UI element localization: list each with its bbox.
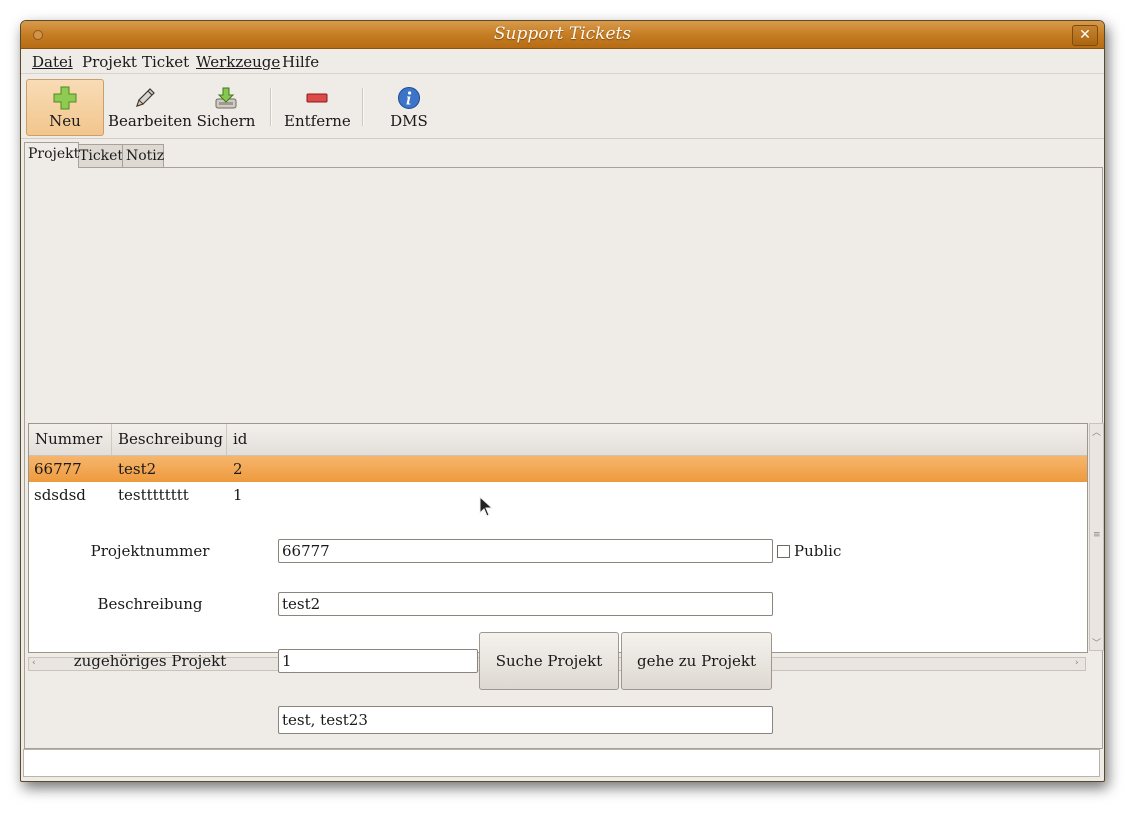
menu-projekt[interactable]: Projekt: [82, 53, 137, 71]
tab-ticket[interactable]: Ticket: [75, 144, 124, 167]
zugehoeriges-projekt-field[interactable]: 1: [278, 649, 478, 673]
cell-id: 1: [233, 486, 243, 504]
table-row[interactable]: sdsdsd testttttttt 1: [29, 482, 1087, 508]
scroll-down-icon[interactable]: ﹀: [1092, 636, 1101, 649]
cell-beschreibung: testttttttt: [118, 486, 189, 504]
info-icon: [398, 87, 420, 109]
status-bar: [23, 749, 1100, 777]
cell-id: 2: [233, 460, 243, 478]
column-header-nummer[interactable]: Nummer: [29, 424, 112, 455]
projekt-tab-panel: Nummer Beschreibung id 66777 test2 2 sds…: [24, 167, 1104, 749]
beschreibung-field[interactable]: test2: [278, 592, 773, 616]
pencil-icon: [136, 88, 155, 107]
vertical-scrollbar[interactable]: ︿ ≡ ﹀: [1089, 423, 1104, 651]
window-title: Support Tickets: [493, 24, 632, 44]
gehe-zu-projekt-button[interactable]: gehe zu Projekt: [621, 632, 772, 690]
app-window: Support Tickets ✕ Datei Projekt Ticket W…: [20, 20, 1105, 782]
remove-button[interactable]: Entferne: [283, 79, 351, 136]
menu-hilfe[interactable]: Hilfe: [282, 53, 319, 71]
menu-bar: Datei Projekt Ticket Werkzeuge Hilfe: [21, 49, 1104, 74]
projektnummer-field[interactable]: 66777: [278, 539, 773, 563]
mouse-cursor-icon: [479, 496, 494, 517]
suche-projekt-button[interactable]: Suche Projekt: [479, 632, 619, 690]
column-header-id[interactable]: id: [227, 424, 1087, 455]
zugehoeriges-projekt-label: zugehöriges Projekt: [73, 652, 227, 670]
table-header: Nummer Beschreibung id: [29, 424, 1087, 456]
toolbar: Neu Bearbeiten Sichern Entferne DMS: [21, 74, 1104, 139]
dms-button-label: DMS: [390, 112, 428, 130]
projects-table[interactable]: Nummer Beschreibung id 66777 test2 2 sds…: [28, 423, 1088, 653]
edit-button[interactable]: Bearbeiten: [107, 79, 192, 136]
new-button[interactable]: Neu: [26, 79, 104, 136]
cell-nummer: 66777: [34, 460, 82, 478]
menu-datei[interactable]: Datei: [32, 53, 73, 71]
dms-button[interactable]: DMS: [378, 79, 440, 136]
menu-ticket[interactable]: Ticket: [142, 53, 189, 71]
cell-nummer: sdsdsd: [34, 486, 86, 504]
beschreibung-label: Beschreibung: [97, 595, 203, 613]
menu-werkzeuge[interactable]: Werkzeuge: [196, 53, 280, 71]
public-label: Public: [794, 542, 842, 560]
tab-projekt[interactable]: Projekt: [24, 142, 79, 168]
scroll-right-icon[interactable]: ›: [1075, 658, 1079, 668]
save-icon: [215, 87, 237, 109]
column-header-beschreibung[interactable]: Beschreibung: [112, 424, 227, 455]
toolbar-separator: [270, 88, 272, 126]
title-bar[interactable]: Support Tickets ✕: [21, 21, 1104, 49]
save-button-label: Sichern: [196, 112, 256, 130]
related-projects-field[interactable]: test, test23: [278, 706, 773, 734]
remove-button-label: Entferne: [284, 112, 351, 130]
edit-button-label: Bearbeiten: [108, 112, 192, 130]
save-button[interactable]: Sichern: [193, 79, 259, 136]
minus-icon: [306, 93, 328, 103]
scroll-left-icon[interactable]: ‹: [32, 658, 36, 668]
toolbar-separator: [362, 88, 364, 126]
close-button[interactable]: ✕: [1072, 25, 1098, 46]
scroll-up-icon[interactable]: ︿: [1092, 425, 1101, 438]
projektnummer-label: Projektnummer: [90, 542, 210, 560]
tab-notiz[interactable]: Notiz: [122, 144, 164, 167]
scroll-grip-icon: ≡: [1093, 530, 1101, 540]
public-checkbox[interactable]: [777, 545, 790, 558]
cell-beschreibung: test2: [118, 460, 157, 478]
new-button-label: Neu: [49, 112, 81, 130]
plus-icon: [53, 86, 77, 110]
table-row[interactable]: 66777 test2 2: [29, 456, 1087, 482]
